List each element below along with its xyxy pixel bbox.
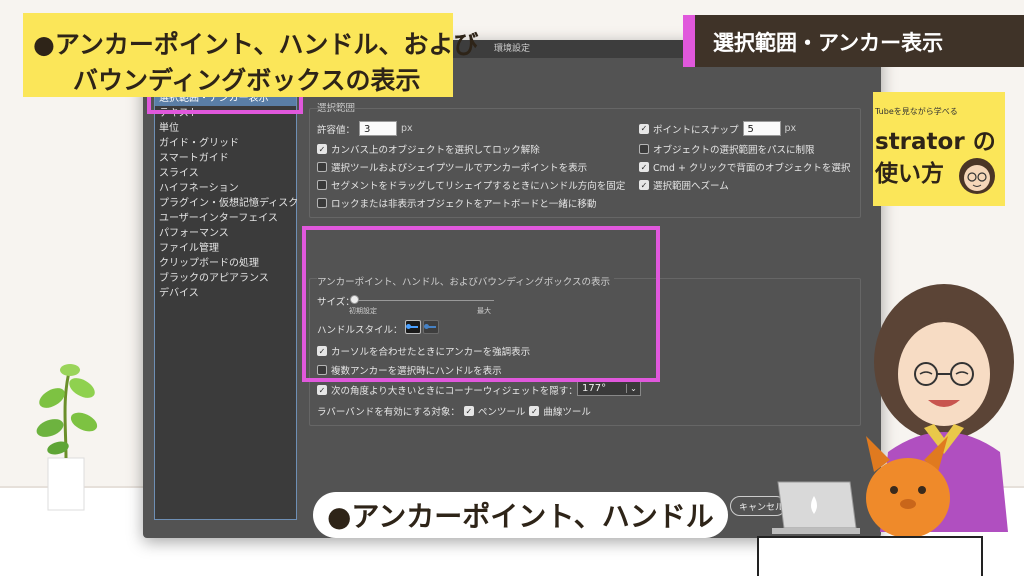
label-move-locked: ロックまたは非表示オブジェクトをアートボードと一緒に移動: [331, 199, 597, 210]
sidebar-item-clipboard[interactable]: クリップボードの処理: [155, 256, 296, 271]
avatar-icon: [959, 158, 995, 194]
angle-value: 177°: [582, 383, 607, 394]
sidebar-item-devices[interactable]: デバイス: [155, 286, 296, 301]
sidebar-item-hyphenation[interactable]: ハイフネーション: [155, 181, 296, 196]
mascot-illustration: [866, 436, 950, 538]
promo-line1: Tubeを見ながら学べる: [875, 107, 958, 116]
label-constrain-handles: セグメントをドラッグしてリシェイプするときにハンドル方向を固定: [331, 181, 626, 192]
checkbox-cmd-click[interactable]: ✓: [639, 162, 649, 172]
title-banner-line2: バウンディングボックスの表示: [73, 66, 421, 95]
snap-checkbox[interactable]: ✓: [639, 123, 649, 134]
label-unlock-canvas: カンバス上のオブジェクトを選択してロック解除: [331, 145, 540, 156]
tolerance-input[interactable]: 3: [359, 121, 398, 136]
title-banner: ●アンカーポイント、ハンドル、および バウンディングボックスの表示: [23, 13, 478, 97]
label-restrict-path: オブジェクトの選択範囲をパスに制限: [653, 145, 815, 156]
sidebar-item-plugins[interactable]: プラグイン・仮想記憶ディスク: [155, 196, 298, 211]
desk-illustration: [757, 536, 983, 576]
option-zoom-selection[interactable]: ✓ 選択範囲へズーム: [639, 178, 729, 192]
checkbox-hide-corner-widget[interactable]: ✓: [317, 385, 327, 395]
option-restrict-path[interactable]: オブジェクトの選択範囲をパスに制限: [639, 142, 815, 156]
snap-input[interactable]: 5: [742, 121, 781, 136]
rubber-band-label: ラバーバンドを有効にする対象：: [317, 407, 460, 418]
chevron-down-icon[interactable]: ⌄: [626, 384, 640, 393]
checkbox-constrain-handles[interactable]: [317, 180, 327, 190]
plant-illustration: [36, 364, 98, 511]
tolerance-label: 許容値：: [317, 124, 356, 136]
checkbox-move-locked[interactable]: [317, 198, 327, 208]
option-show-anchors[interactable]: 選択ツールおよびシェイプツールでアンカーポイントを表示: [317, 160, 587, 174]
label-zoom-selection: 選択範囲へズーム: [653, 181, 729, 192]
sidebar-item-units[interactable]: 単位: [155, 121, 296, 136]
checkbox-show-anchors[interactable]: [317, 162, 327, 172]
sidebar-item-black-appearance[interactable]: ブラックのアピアランス: [155, 271, 296, 286]
checkbox-pen-tool[interactable]: ✓: [463, 406, 474, 416]
section-banner: 選択範囲・アンカー表示: [683, 15, 1024, 67]
label-hide-corner-widget: 次の角度より大きいときにコーナーウィジェットを隠す：: [331, 386, 578, 397]
snap-row: ✓ ポイントにスナップ 5 px: [639, 121, 796, 136]
option-cmd-click[interactable]: ✓ Cmd + クリックで背面のオブジェクトを選択: [639, 160, 850, 174]
option-move-locked[interactable]: ロックまたは非表示オブジェクトをアートボードと一緒に移動: [317, 196, 596, 210]
sidebar-item-file-handling[interactable]: ファイル管理: [155, 241, 296, 256]
sidebar-item-smart-guides[interactable]: スマートガイド: [155, 151, 296, 166]
promo-card: Tubeを見ながら学べる strator の 使い方: [873, 92, 1005, 206]
section-banner-text: 選択範囲・アンカー表示: [713, 31, 944, 55]
checkbox-curve-tool[interactable]: ✓: [529, 406, 540, 416]
preferences-sidebar: 選択範囲・アンカー表示 テキスト 単位 ガイド・グリッド スマートガイド スライ…: [154, 90, 298, 520]
label-curve-tool: 曲線ツール: [543, 407, 591, 418]
checkbox-restrict-path[interactable]: [639, 144, 649, 154]
caption-bar: ●アンカーポイント、ハンドル: [313, 492, 728, 538]
caption-text: ●アンカーポイント、ハンドル: [327, 500, 714, 533]
highlight-anchor-group: [302, 226, 660, 382]
sidebar-item-guides-grid[interactable]: ガイド・グリッド: [155, 136, 296, 151]
tolerance-unit: px: [401, 123, 413, 134]
sidebar-item-performance[interactable]: パフォーマンス: [155, 226, 296, 241]
label-show-anchors: 選択ツールおよびシェイプツールでアンカーポイントを表示: [331, 163, 588, 174]
sidebar-item-slices[interactable]: スライス: [155, 166, 296, 181]
promo-line3: 使い方: [875, 161, 944, 187]
tolerance-row: 許容値： 3 px: [317, 121, 413, 136]
option-hide-corner-widget[interactable]: ✓ 次の角度より大きいときにコーナーウィジェットを隠す：: [317, 383, 578, 397]
checkbox-zoom-selection[interactable]: ✓: [639, 180, 649, 190]
checkbox-unlock-canvas[interactable]: ✓: [317, 144, 327, 154]
snap-label: ポイントにスナップ: [653, 124, 739, 136]
sidebar-item-user-interface[interactable]: ユーザーインターフェイス: [155, 211, 296, 226]
promo-line2: strator の: [875, 129, 996, 155]
label-cmd-click: Cmd + クリックで背面のオブジェクトを選択: [653, 163, 851, 174]
rubber-band-row: ラバーバンドを有効にする対象： ✓ ペンツール ✓ 曲線ツール: [317, 404, 591, 418]
label-pen-tool: ペンツール: [477, 407, 526, 418]
laptop-illustration: [772, 481, 860, 534]
option-unlock-canvas[interactable]: ✓ カンバス上のオブジェクトを選択してロック解除: [317, 142, 540, 156]
snap-unit: px: [784, 123, 797, 134]
title-banner-line1: ●アンカーポイント、ハンドル、および: [33, 30, 479, 59]
option-constrain-handles[interactable]: セグメントをドラッグしてリシェイプするときにハンドル方向を固定: [317, 178, 625, 192]
angle-combo[interactable]: 177° ⌄: [577, 381, 641, 396]
